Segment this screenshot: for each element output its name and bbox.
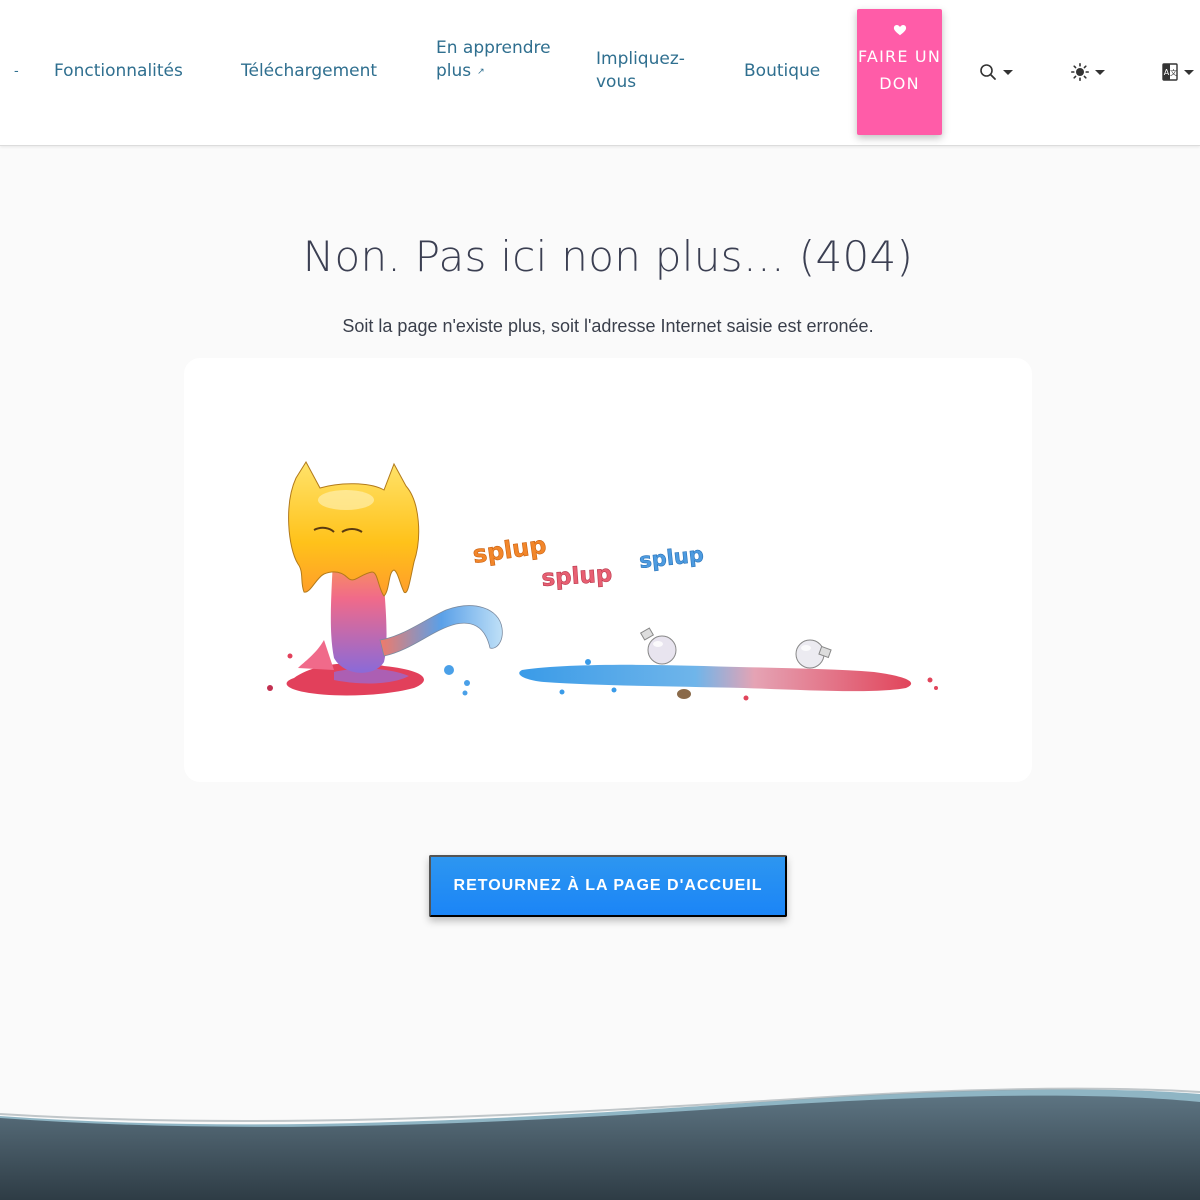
caret-down-icon (1184, 69, 1194, 75)
footer-wave (0, 1087, 1200, 1200)
page-title: Non. Pas ici non plus… (404) (302, 232, 914, 281)
svg-text:文: 文 (1170, 68, 1177, 77)
search-icon (980, 64, 996, 80)
broken-bottle-left (639, 627, 677, 665)
external-link-icon: ↗ (477, 66, 485, 77)
search-dropdown[interactable] (979, 60, 1013, 84)
top-navigation-bar: - Fonctionnalités Téléchargement En appr… (0, 0, 1200, 146)
heart-icon (893, 25, 906, 36)
nav-link-learn-more-label: En apprendre plus (436, 38, 551, 81)
donate-button[interactable]: Faire un don (857, 9, 942, 135)
nav-separator: - (14, 64, 19, 79)
return-home-button[interactable]: RETOURNEZ À LA PAGE D'ACCUEIL (429, 855, 787, 917)
melting-cat-illustration: splup splup splup (267, 461, 938, 701)
nav-link-get-involved[interactable]: Impliquez-vous (596, 48, 706, 93)
language-dropdown[interactable]: A 文 (1162, 60, 1194, 84)
cat-tail (379, 605, 503, 657)
splup-word-1: splup (471, 531, 548, 569)
cork (677, 689, 691, 699)
nav-link-download[interactable]: Téléchargement (241, 60, 377, 83)
svg-text:A: A (1164, 68, 1170, 77)
donate-label: Faire un don (858, 47, 941, 93)
caret-down-icon (1003, 69, 1013, 75)
broken-bottle-right (795, 639, 832, 669)
paint-puddle-long (519, 664, 912, 692)
illustration-card: splup splup splup (184, 358, 1032, 782)
theme-dropdown[interactable] (1071, 60, 1105, 84)
caret-down-icon (1095, 69, 1105, 75)
splup-word-2: splup (541, 561, 614, 592)
nav-link-features[interactable]: Fonctionnalités (54, 60, 183, 83)
page-subtitle: Soit la page n'existe plus, soit l'adres… (342, 316, 874, 336)
sun-icon (1071, 63, 1089, 81)
nav-link-learn-more[interactable]: En apprendre plus ↗ (436, 37, 556, 83)
language-icon: A 文 (1162, 63, 1178, 81)
nav-link-shop[interactable]: Boutique (744, 60, 820, 83)
splup-word-3: splup (638, 542, 705, 573)
